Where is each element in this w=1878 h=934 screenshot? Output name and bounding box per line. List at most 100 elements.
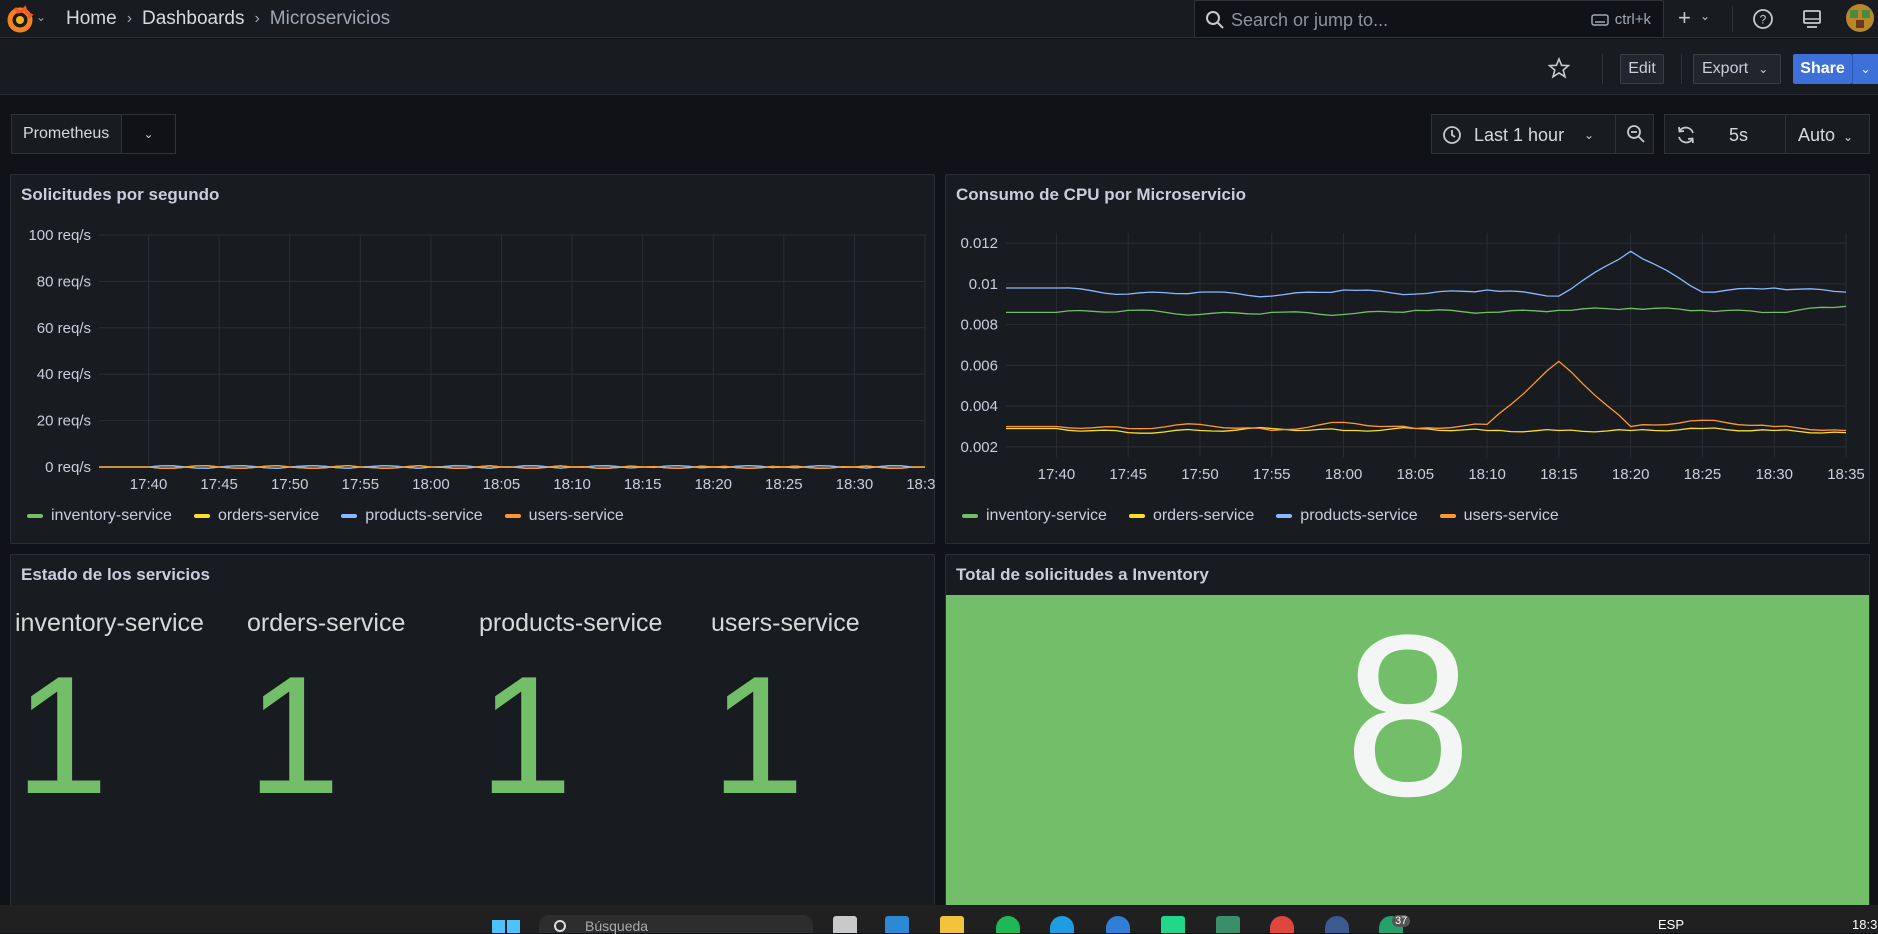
legend-swatch [962, 514, 978, 518]
plus-icon[interactable]: + [1678, 5, 1691, 31]
chevron-down-icon[interactable]: ⌄ [36, 10, 46, 24]
legend-swatch [341, 514, 357, 518]
x-tick-label: 17:55 [1253, 466, 1291, 483]
y-tick-label: 0.002 [960, 439, 998, 456]
legend-item-inventory[interactable]: inventory-service [962, 507, 1107, 525]
edge-icon[interactable] [1050, 916, 1074, 933]
stat-value: 8 [946, 601, 1870, 831]
stat-label: orders-service [247, 609, 405, 638]
legend-item-products[interactable]: products-service [1276, 507, 1417, 525]
divider [1681, 54, 1682, 84]
legend-item-products[interactable]: products-service [341, 507, 482, 525]
search-input[interactable]: Search or jump to... ctrl+k [1194, 0, 1664, 38]
app-icon[interactable] [1106, 916, 1130, 933]
language-indicator[interactable]: ESP [1658, 917, 1684, 932]
x-tick-label: 18:05 [483, 476, 521, 493]
x-tick-label: 18:15 [624, 476, 662, 493]
stat-label: products-service [479, 609, 662, 638]
chevron-down-icon[interactable]: ⌄ [122, 127, 175, 141]
panel-cpu-usage: Consumo de CPU por Microservicio 0.0020.… [945, 174, 1870, 544]
legend-item-users[interactable]: users-service [505, 507, 624, 525]
edit-button[interactable]: Edit [1620, 54, 1664, 84]
dashboard-toolbar [0, 39, 1878, 95]
refresh-icon[interactable] [1675, 124, 1697, 146]
spotify-icon[interactable] [996, 916, 1020, 933]
chevron-right-icon: › [127, 10, 132, 28]
stat-label: inventory-service [15, 609, 204, 638]
search-placeholder: Search or jump to... [1231, 10, 1388, 31]
chrome-icon[interactable] [1270, 916, 1294, 933]
chart-legend: inventory-service orders-service product… [962, 507, 1559, 525]
datasource-label: Prometheus [12, 115, 122, 153]
vscode-icon[interactable] [885, 916, 909, 933]
share-button[interactable]: Share [1793, 54, 1852, 84]
share-menu-chevron-icon[interactable]: ⌄ [1852, 54, 1878, 84]
x-tick-label: 18:10 [1468, 466, 1506, 483]
zoom-out-button[interactable] [1615, 115, 1655, 153]
help-icon[interactable]: ? [1752, 8, 1774, 30]
divider [1732, 6, 1733, 32]
legend-item-orders[interactable]: orders-service [1129, 507, 1254, 525]
notepad-icon[interactable] [833, 916, 857, 933]
chevron-down-icon[interactable]: ⌄ [1700, 9, 1710, 23]
x-tick-label: 18:25 [1684, 466, 1722, 483]
series-line-users-service [99, 466, 925, 469]
time-range-picker[interactable]: Last 1 hour ⌄ [1431, 114, 1654, 154]
legend-swatch [1440, 514, 1456, 518]
steam-icon[interactable] [1325, 916, 1349, 933]
star-icon[interactable] [1548, 57, 1570, 79]
x-tick-label: 18:30 [1755, 466, 1793, 483]
legend-item-orders[interactable]: orders-service [194, 507, 319, 525]
time-range-label: Last 1 hour [1474, 125, 1564, 146]
divider [1602, 54, 1603, 84]
panel-requests-per-second: Solicitudes por segundo 0 req/s20 req/s4… [10, 174, 935, 544]
datasource-variable[interactable]: Prometheus ⌄ [11, 114, 176, 154]
y-tick-label: 40 req/s [37, 366, 91, 383]
pycharm-icon[interactable] [1161, 916, 1185, 933]
auto-label: Auto [1798, 125, 1835, 145]
cpu-chart: 0.0020.0040.0060.0080.010.01217:4017:451… [946, 175, 1871, 545]
series-line-users-service [1006, 361, 1846, 430]
panel-service-status: Estado de los servicios inventory-servic… [10, 554, 935, 914]
y-tick-label: 100 req/s [28, 227, 91, 244]
series-line-inventory-service [1006, 306, 1846, 315]
panel-title[interactable]: Total de solicitudes a Inventory [956, 565, 1209, 585]
file-explorer-icon[interactable] [940, 916, 964, 933]
legend-label: orders-service [218, 507, 319, 525]
stat-users-service: users-service 1 [707, 599, 933, 914]
panel-title[interactable]: Estado de los servicios [21, 565, 210, 585]
clock-time[interactable]: 18:3 [1852, 917, 1877, 932]
x-tick-label: 18:00 [412, 476, 450, 493]
legend-swatch [194, 514, 210, 518]
news-icon[interactable] [1801, 8, 1823, 30]
legend-item-inventory[interactable]: inventory-service [27, 507, 172, 525]
y-tick-label: 0.008 [960, 317, 998, 334]
breadcrumb: Home › Dashboards › Microservicios [66, 8, 390, 30]
taskbar-search[interactable]: Búsqueda [539, 915, 813, 933]
x-tick-label: 18:25 [765, 476, 803, 493]
breadcrumb-dashboards[interactable]: Dashboards [142, 8, 244, 30]
y-tick-label: 60 req/s [37, 320, 91, 337]
panel-total-inventory-requests: Total de solicitudes a Inventory 8 [945, 554, 1870, 914]
y-tick-label: 0.012 [960, 235, 998, 252]
legend-label: products-service [365, 507, 482, 525]
legend-label: inventory-service [986, 507, 1107, 525]
x-tick-label: 18:00 [1325, 466, 1363, 483]
rps-chart: 0 req/s20 req/s40 req/s60 req/s80 req/s1… [11, 175, 936, 545]
refresh-interval[interactable]: 5s [1729, 125, 1748, 146]
export-button[interactable]: Export ⌄ [1693, 54, 1781, 84]
app-icon[interactable] [1216, 916, 1240, 933]
chevron-right-icon: › [254, 10, 259, 28]
stat-products-service: products-service 1 [475, 599, 701, 914]
auto-refresh-dropdown[interactable]: Auto ⌄ [1785, 115, 1871, 153]
refresh-picker[interactable]: 5s Auto ⌄ [1664, 114, 1870, 154]
chevron-down-icon: ⌄ [1843, 130, 1853, 144]
windows-start-icon[interactable] [492, 918, 520, 933]
breadcrumb-home[interactable]: Home [66, 8, 117, 30]
grafana-logo-icon[interactable] [6, 5, 34, 33]
avatar[interactable] [1846, 4, 1874, 32]
y-tick-label: 0.01 [969, 276, 998, 293]
legend-swatch [1276, 514, 1292, 518]
keyboard-icon [1591, 14, 1609, 26]
legend-item-users[interactable]: users-service [1440, 507, 1559, 525]
